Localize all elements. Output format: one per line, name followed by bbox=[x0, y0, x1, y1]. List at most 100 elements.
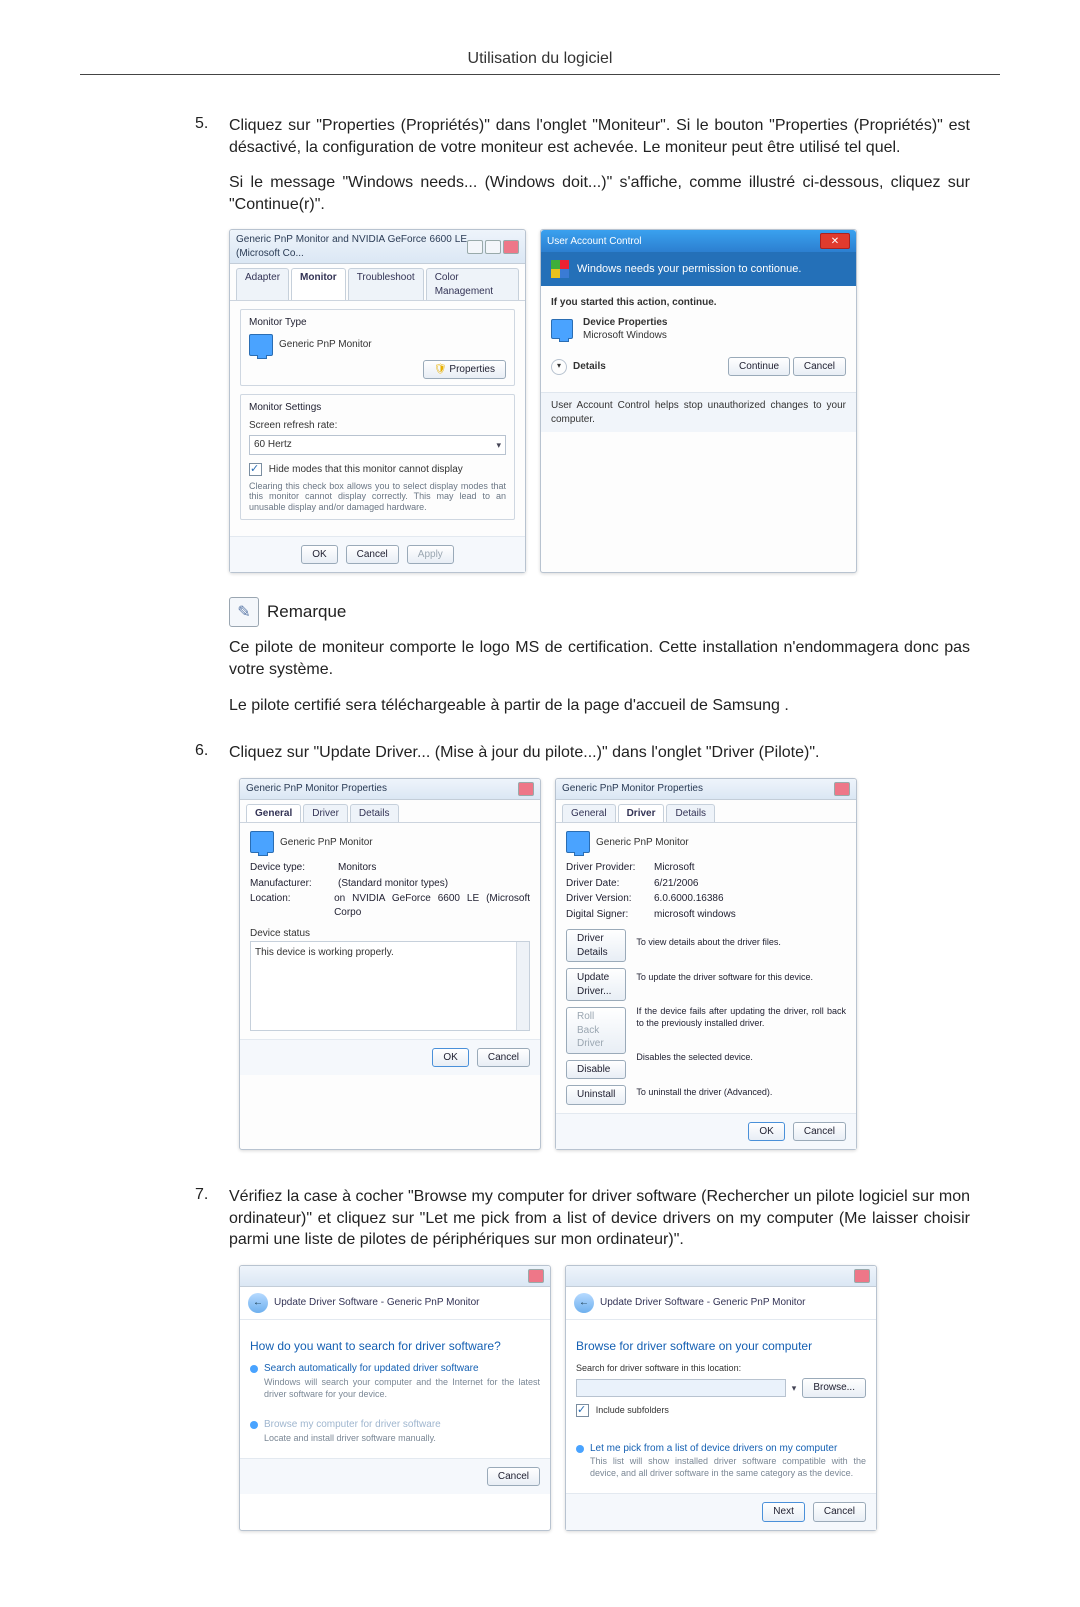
tab-adapter[interactable]: Adapter bbox=[236, 268, 289, 300]
close-icon[interactable] bbox=[528, 1269, 544, 1283]
hide-modes-desc: Clearing this check box allows you to se… bbox=[249, 481, 506, 513]
close-icon[interactable]: ✕ bbox=[820, 233, 850, 249]
step-7: 7. Vérifiez la case à cocher "Browse my … bbox=[195, 1186, 970, 1555]
monitor-icon bbox=[250, 831, 274, 853]
monitor-settings-group: Monitor Settings bbox=[249, 401, 506, 415]
continue-button[interactable]: Continue bbox=[728, 357, 790, 377]
program-icon bbox=[551, 319, 573, 339]
monitor-dialog: Generic PnP Monitor and NVIDIA GeForce 6… bbox=[229, 229, 526, 573]
monitor-type-group: Monitor Type bbox=[249, 316, 506, 330]
arrow-icon bbox=[250, 1421, 258, 1429]
update-wizard-search: ← Update Driver Software - Generic PnP M… bbox=[239, 1265, 551, 1531]
tab-troubleshoot[interactable]: Troubleshoot bbox=[348, 268, 424, 300]
hide-modes-checkbox[interactable] bbox=[249, 463, 262, 476]
cancel-button[interactable]: Cancel bbox=[813, 1502, 866, 1522]
tab-color-management[interactable]: Color Management bbox=[426, 268, 519, 300]
tab-details[interactable]: Details bbox=[666, 804, 715, 823]
close-icon[interactable] bbox=[854, 1269, 870, 1283]
refresh-rate-label: Screen refresh rate: bbox=[249, 419, 506, 433]
uninstall-button[interactable]: Uninstall bbox=[566, 1085, 626, 1105]
option-pick-from-list[interactable]: Let me pick from a list of device driver… bbox=[576, 1442, 866, 1480]
page-header: Utilisation du logiciel bbox=[80, 50, 1000, 75]
chevron-down-icon[interactable]: ▾ bbox=[792, 1382, 797, 1394]
cancel-button[interactable]: Cancel bbox=[793, 1122, 846, 1142]
uninstall-desc: To uninstall the driver (Advanced). bbox=[636, 1086, 846, 1098]
include-subfolders-label: Include subfolders bbox=[596, 1405, 669, 1415]
maximize-icon[interactable] bbox=[485, 240, 501, 254]
device-status-box: This device is working properly. bbox=[250, 941, 530, 1031]
step-6-text: Cliquez sur "Update Driver... (Mise à jo… bbox=[229, 742, 970, 764]
close-icon[interactable] bbox=[503, 240, 519, 254]
note-icon: ✎ bbox=[229, 597, 259, 627]
close-icon[interactable] bbox=[518, 782, 534, 796]
step-number: 7. bbox=[195, 1186, 229, 1555]
details-toggle[interactable]: Details bbox=[573, 360, 606, 374]
tab-general[interactable]: General bbox=[562, 804, 616, 823]
apply-button[interactable]: Apply bbox=[407, 545, 454, 565]
remark-text-2: Le pilote certifié sera téléchargeable à… bbox=[229, 695, 970, 717]
device-status-label: Device status bbox=[250, 927, 530, 941]
chevron-down-icon[interactable]: ▾ bbox=[551, 359, 567, 375]
uac-program: Device Properties bbox=[583, 316, 668, 330]
scrollbar[interactable] bbox=[516, 942, 529, 1030]
back-icon[interactable]: ← bbox=[574, 1293, 594, 1313]
cancel-button[interactable]: Cancel bbox=[487, 1467, 540, 1487]
properties-general-dialog: Generic PnP Monitor Properties General D… bbox=[239, 778, 541, 1151]
update-driver-button[interactable]: Update Driver... bbox=[566, 968, 626, 1001]
wizard-breadcrumb: Update Driver Software - Generic PnP Mon… bbox=[274, 1296, 479, 1310]
cancel-button[interactable]: Cancel bbox=[346, 545, 399, 565]
cancel-button[interactable]: Cancel bbox=[793, 357, 846, 377]
device-name: Generic PnP Monitor bbox=[280, 836, 373, 850]
step-5-text-2: Si le message "Windows needs... (Windows… bbox=[229, 172, 970, 215]
refresh-rate-select[interactable]: 60 Hertz▾ bbox=[249, 435, 506, 455]
tab-driver[interactable]: Driver bbox=[303, 804, 348, 823]
properties-driver-dialog: Generic PnP Monitor Properties General D… bbox=[555, 778, 857, 1151]
monitor-icon bbox=[566, 831, 590, 853]
uac-if-started: If you started this action, continue. bbox=[551, 296, 846, 310]
ok-button[interactable]: OK bbox=[432, 1048, 468, 1068]
step-6: 6. Cliquez sur "Update Driver... (Mise à… bbox=[195, 742, 970, 1174]
browse-button[interactable]: Browse... bbox=[802, 1378, 866, 1398]
tab-general[interactable]: General bbox=[246, 804, 301, 823]
uac-title: User Account Control bbox=[547, 235, 642, 249]
cancel-button[interactable]: Cancel bbox=[477, 1048, 530, 1068]
disable-desc: Disables the selected device. bbox=[636, 1051, 846, 1063]
next-button[interactable]: Next bbox=[762, 1502, 805, 1522]
uac-message: Windows needs your permission to contion… bbox=[577, 262, 801, 277]
search-location-label: Search for driver software in this locat… bbox=[576, 1362, 866, 1374]
remark-text-1: Ce pilote de moniteur comporte le logo M… bbox=[229, 637, 970, 680]
include-subfolders-checkbox[interactable] bbox=[576, 1404, 589, 1417]
wizard-heading: How do you want to search for driver sof… bbox=[250, 1338, 540, 1354]
update-driver-desc: To update the driver software for this d… bbox=[636, 971, 846, 983]
arrow-icon bbox=[576, 1445, 584, 1453]
step-number: 6. bbox=[195, 742, 229, 1174]
ok-button[interactable]: OK bbox=[301, 545, 337, 565]
remark-block: ✎ Remarque bbox=[229, 597, 970, 627]
tab-monitor[interactable]: Monitor bbox=[291, 268, 346, 300]
close-icon[interactable] bbox=[834, 782, 850, 796]
properties-button[interactable]: 🛡 Properties bbox=[423, 360, 506, 380]
wizard-heading: Browse for driver software on your compu… bbox=[576, 1338, 866, 1354]
arrow-icon bbox=[250, 1365, 258, 1373]
uac-footer: User Account Control helps stop unauthor… bbox=[541, 392, 856, 432]
back-icon[interactable]: ← bbox=[248, 1293, 268, 1313]
step-7-text: Vérifiez la case à cocher "Browse my com… bbox=[229, 1186, 970, 1251]
tab-driver[interactable]: Driver bbox=[618, 804, 665, 823]
rollback-driver-button[interactable]: Roll Back Driver bbox=[566, 1007, 626, 1054]
monitor-dialog-title: Generic PnP Monitor and NVIDIA GeForce 6… bbox=[236, 233, 467, 260]
tab-details[interactable]: Details bbox=[350, 804, 399, 823]
chevron-down-icon: ▾ bbox=[496, 439, 501, 451]
monitor-icon bbox=[249, 334, 273, 356]
disable-button[interactable]: Disable bbox=[566, 1060, 626, 1080]
shield-icon bbox=[551, 260, 569, 278]
minimize-icon[interactable] bbox=[467, 240, 483, 254]
wizard-breadcrumb: Update Driver Software - Generic PnP Mon… bbox=[600, 1296, 805, 1310]
driver-details-button[interactable]: Driver Details bbox=[566, 929, 626, 962]
option-browse-computer[interactable]: Browse my computer for driver software L… bbox=[250, 1418, 540, 1444]
uac-vendor: Microsoft Windows bbox=[583, 329, 668, 343]
option-search-auto[interactable]: Search automatically for updated driver … bbox=[250, 1362, 540, 1400]
ok-button[interactable]: OK bbox=[748, 1122, 784, 1142]
dialog-title: Generic PnP Monitor Properties bbox=[562, 782, 703, 796]
location-input[interactable] bbox=[576, 1379, 786, 1397]
hide-modes-label: Hide modes that this monitor cannot disp… bbox=[269, 464, 463, 475]
